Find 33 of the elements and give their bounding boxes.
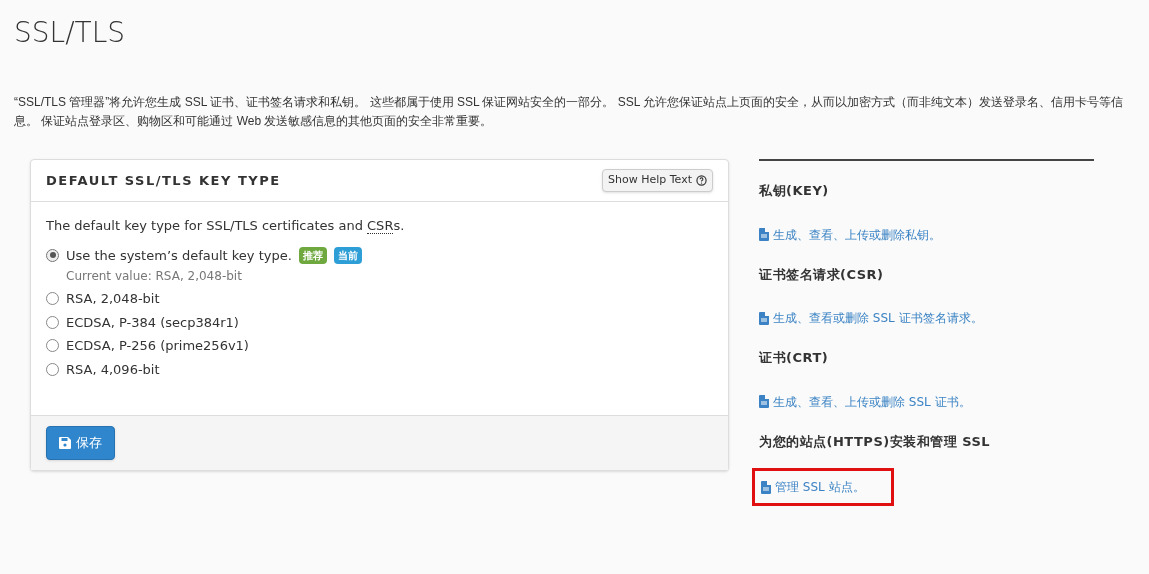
radio-option[interactable]: ECDSA, P-256 (prime256v1) xyxy=(46,336,713,356)
radio-button[interactable] xyxy=(46,339,59,353)
section-heading: 私钥(KEY) xyxy=(759,182,830,200)
section-heading: 为您的站点(HTTPS)安装和管理 SSL xyxy=(759,432,992,451)
document-icon xyxy=(759,395,769,408)
intro-text: The default key type for SSL/TLS certificates and CSRs. xyxy=(46,217,406,236)
action-link[interactable]: 管理 SSL 站点。 xyxy=(752,468,894,506)
save-button[interactable]: 保存 xyxy=(46,426,115,460)
section-heading: 证书签名请求(CSR) xyxy=(759,265,885,284)
section-heading: 证书(CRT) xyxy=(759,349,830,367)
radio-option[interactable]: ECDSA, P-384 (secp384r1) xyxy=(46,312,713,332)
current-value-note: Current value: RSA, 2,048-bit xyxy=(66,268,243,285)
radio-button[interactable] xyxy=(46,292,59,306)
document-icon xyxy=(759,228,769,241)
help-icon xyxy=(696,175,707,186)
document-icon xyxy=(759,311,769,325)
card-title: DEFAULT SSL/TLS KEY TYPE xyxy=(46,171,281,190)
action-link[interactable]: 生成、查看或删除 SSL 证书签名请求。 xyxy=(759,309,983,327)
abbreviation: CSR xyxy=(367,218,394,234)
tag: 推荐 xyxy=(298,246,327,264)
action-link[interactable]: 生成、查看、上传或删除私钥。 xyxy=(759,225,941,244)
radio-option[interactable]: RSA, 2,048-bit xyxy=(46,289,713,309)
document-icon xyxy=(761,480,771,494)
description-text: “SSL/TLS 管理器”将允许您生成 SSL 证书、证书签名请求和私钥。 这些都属于使用 SSL 保证网站安全的一部分。 SSL 允许您保证站点上页面的安全，从而以加密方式（而非纯文本）发送登录名、信用卡号等信息。 保证站点登录区、购物区和可能通过 Web 发送敏感信息的其他页面的安全非常重要。 xyxy=(14,94,1125,130)
tag: 当前 xyxy=(333,246,362,264)
radio-option[interactable]: RSA, 4,096-bit xyxy=(46,359,713,379)
radio-option[interactable]: Use the system’s default key type. 推荐 当前 xyxy=(46,245,713,265)
action-link[interactable]: 生成、查看、上传或删除 SSL 证书。 xyxy=(759,392,971,411)
page-title: SSL/TLS xyxy=(14,16,127,50)
radio-button[interactable] xyxy=(46,315,59,329)
radio-button[interactable] xyxy=(46,362,59,376)
help-button[interactable]: Show Help Text xyxy=(602,169,713,192)
radio-button[interactable] xyxy=(46,248,59,262)
